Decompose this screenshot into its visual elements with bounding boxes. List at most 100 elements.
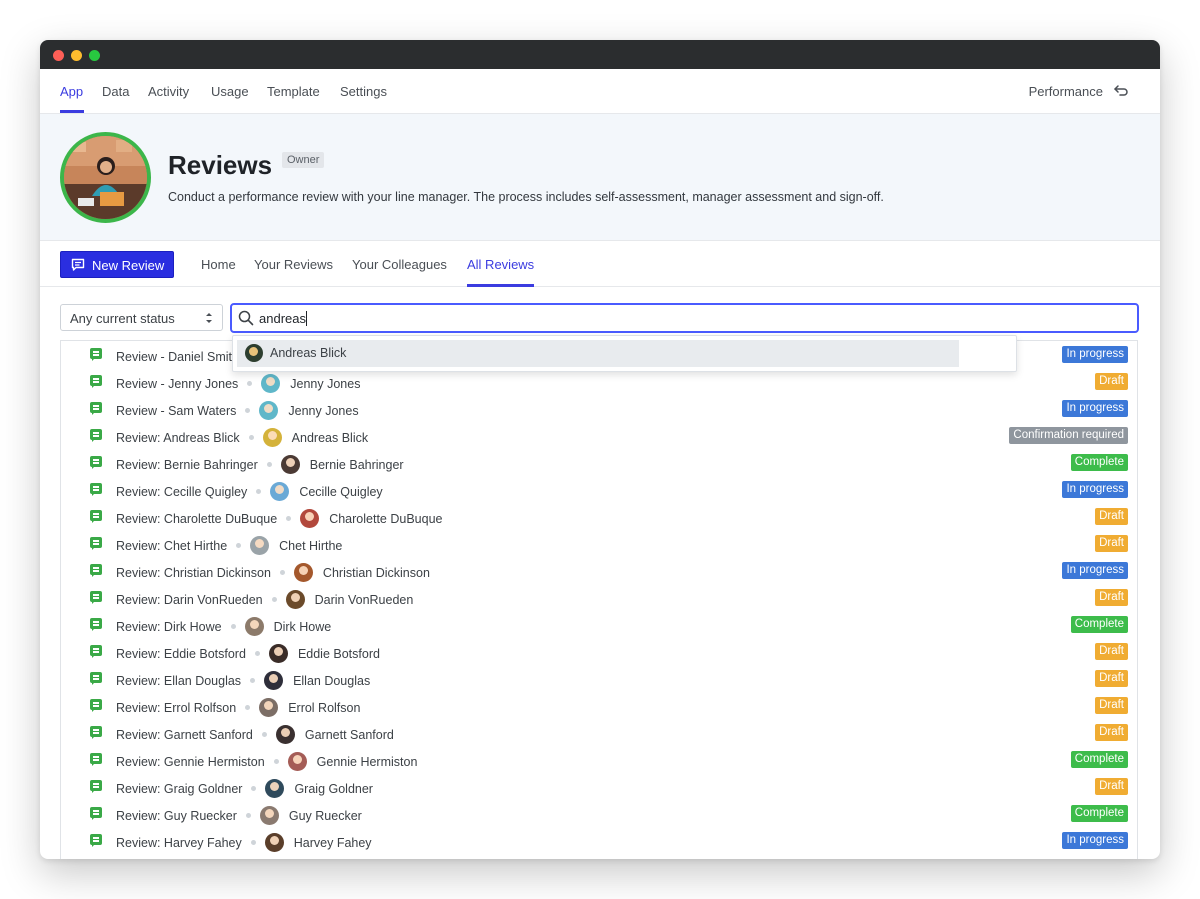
review-title-line: Review: Andreas Blick Andreas Blick <box>116 428 368 447</box>
review-title-line: Review: Graig Goldner Graig Goldner <box>116 779 373 798</box>
search-suggestions: Andreas Blick <box>232 335 1017 372</box>
reviewee-name: Eddie Botsford <box>297 647 380 661</box>
review-comment-icon <box>90 456 102 469</box>
reviewee-name: Christian Dickinson <box>322 566 430 580</box>
review-title-line: Review: Christian Dickinson Christian Dic… <box>116 563 430 582</box>
tab-your-colleagues[interactable]: Your Colleagues <box>352 257 447 272</box>
review-title[interactable]: Review: Errol Rolfson <box>116 701 236 715</box>
review-title[interactable]: Review: Gennie Hermiston <box>116 755 265 769</box>
new-review-button[interactable]: New Review <box>60 251 174 278</box>
avatar <box>270 482 290 501</box>
review-title[interactable]: Review: Christian Dickinson <box>116 566 271 580</box>
avatar <box>264 671 284 690</box>
return-arrow-icon[interactable] <box>1113 83 1129 99</box>
review-title-line: Review: Gennie Hermiston Gennie Hermiston <box>116 752 417 771</box>
suggestion-item[interactable]: Andreas Blick <box>237 340 959 367</box>
avatar <box>250 536 270 555</box>
review-comment-icon <box>90 672 102 685</box>
review-title[interactable]: Review: Cecille Quigley <box>116 485 247 499</box>
status-badge: Draft <box>1095 670 1128 687</box>
avatar <box>280 455 300 474</box>
review-title[interactable]: Review: Graig Goldner <box>116 782 242 796</box>
list-item[interactable]: Review: Chet Hirthe Chet Hirthe Draft <box>61 530 1137 557</box>
avatar <box>268 644 288 663</box>
status-badge: Complete <box>1070 454 1128 471</box>
list-item[interactable]: Review: Graig Goldner Graig Goldner Draft <box>61 773 1137 800</box>
review-title[interactable]: Review - Sam Waters <box>116 404 236 418</box>
status-badge: In progress <box>1062 481 1128 498</box>
list-item[interactable]: Review: Bernie Bahringer Bernie Bahringer… <box>61 449 1137 476</box>
review-title[interactable]: Review: Darin VonRueden <box>116 593 263 607</box>
review-comment-icon <box>90 429 102 442</box>
status-badge: Draft <box>1095 535 1128 552</box>
search-value: andreas <box>259 311 306 326</box>
list-item[interactable]: Review - Jenny Jones Jenny Jones Draft <box>61 368 1137 395</box>
review-title-line: Review: Cecille Quigley Cecille Quigley <box>116 482 383 501</box>
reviewee-name: Garnett Sanford <box>304 728 394 742</box>
list-item[interactable]: Review: Darin VonRueden Darin VonRueden Dr… <box>61 584 1137 611</box>
list-item[interactable]: Review: Errol Rolfson Errol Rolfson Draft <box>61 692 1137 719</box>
reviewee-name: Charolette DuBuque <box>329 512 443 526</box>
status-badge: Draft <box>1095 589 1128 606</box>
active-tab-indicator <box>60 110 84 113</box>
performance-link[interactable]: Performance <box>1029 84 1103 99</box>
avatar <box>259 806 279 825</box>
review-title[interactable]: Review: Eddie Botsford <box>116 647 246 661</box>
reviewee-name: Bernie Bahringer <box>309 458 404 472</box>
list-item[interactable]: Review: Andreas Blick Andreas Blick Confir… <box>61 422 1137 449</box>
list-item[interactable]: Review: Christian Dickinson Christian Dic… <box>61 557 1137 584</box>
tab-data[interactable]: Data <box>102 84 129 99</box>
tab-all-reviews[interactable]: All Reviews <box>467 257 534 272</box>
list-item[interactable]: Review: Cecille Quigley Cecille Quigley In… <box>61 476 1137 503</box>
list-item[interactable]: Review: Dirk Howe Dirk Howe Complete <box>61 611 1137 638</box>
review-title[interactable]: Review: Harvey Fahey <box>116 836 242 850</box>
review-title[interactable]: Review: Charolette DuBuque <box>116 512 277 526</box>
review-comment-icon <box>90 699 102 712</box>
list-item[interactable]: Review: Gennie Hermiston Gennie Hermiston… <box>61 746 1137 773</box>
review-title[interactable]: Review: Garnett Sanford <box>116 728 253 742</box>
status-badge: In progress <box>1062 400 1128 417</box>
search-input[interactable]: andreas <box>230 303 1139 333</box>
separator-dot <box>271 597 277 602</box>
list-item[interactable]: Review - Sam Waters Jenny Jones In progres… <box>61 395 1137 422</box>
tab-home[interactable]: Home <box>201 257 236 272</box>
review-title[interactable]: Review: Chet Hirthe <box>116 539 227 553</box>
tab-app[interactable]: App <box>60 84 83 99</box>
zoom-window-button[interactable] <box>89 50 100 61</box>
minimize-window-button[interactable] <box>71 50 82 61</box>
review-title-line: Review: Harvey Fahey Harvey Fahey <box>116 833 372 852</box>
tab-your-reviews[interactable]: Your Reviews <box>254 257 333 272</box>
close-window-button[interactable] <box>53 50 64 61</box>
list-item[interactable]: Review: Guy Ruecker Guy Ruecker Complete <box>61 800 1137 827</box>
review-title[interactable]: Review: Andreas Blick <box>116 431 240 445</box>
avatar <box>275 725 295 744</box>
status-badge: Complete <box>1070 805 1128 822</box>
status-filter-select[interactable]: Any current status <box>60 304 223 331</box>
list-item[interactable]: Review: Garnett Sanford Garnett Sanford Dr… <box>61 719 1137 746</box>
text-cursor <box>305 311 307 326</box>
review-title[interactable]: Review - Jenny Jones <box>116 377 238 391</box>
list-item[interactable]: Review: Eddie Botsford Eddie Botsford Draf… <box>61 638 1137 665</box>
review-title[interactable]: Review: Guy Ruecker <box>116 809 237 823</box>
review-title[interactable]: Review: Bernie Bahringer <box>116 458 258 472</box>
reviewee-name: Guy Ruecker <box>288 809 362 823</box>
review-title-line: Review: Garnett Sanford Garnett Sanford <box>116 725 394 744</box>
avatar <box>293 563 313 582</box>
tab-activity[interactable]: Activity <box>148 84 189 99</box>
tab-usage[interactable]: Usage <box>211 84 249 99</box>
tab-settings[interactable]: Settings <box>340 84 387 99</box>
review-title-line: Review: Charolette DuBuque Charolette DuB… <box>116 509 442 528</box>
list-item[interactable]: Review: Ellan Douglas Ellan Douglas Draft <box>61 665 1137 692</box>
separator-dot <box>256 489 262 494</box>
status-badge: Draft <box>1095 697 1128 714</box>
review-title[interactable]: Review - Daniel Smith <box>116 350 239 364</box>
review-title[interactable]: Review: Dirk Howe <box>116 620 222 634</box>
new-review-label: New Review <box>92 258 165 273</box>
reviewee-name: Harvey Fahey <box>293 836 372 850</box>
list-item[interactable]: Review: Harvey Fahey Harvey Fahey In progr… <box>61 827 1137 854</box>
tab-template[interactable]: Template <box>267 84 320 99</box>
list-item[interactable]: Review: Charolette DuBuque Charolette DuB… <box>61 503 1137 530</box>
top-navigation: App Data Activity Usage Template Setting… <box>40 69 1160 114</box>
review-title[interactable]: Review: Ellan Douglas <box>116 674 241 688</box>
app-header: Reviews Owner Conduct a performance revi… <box>40 114 1160 241</box>
